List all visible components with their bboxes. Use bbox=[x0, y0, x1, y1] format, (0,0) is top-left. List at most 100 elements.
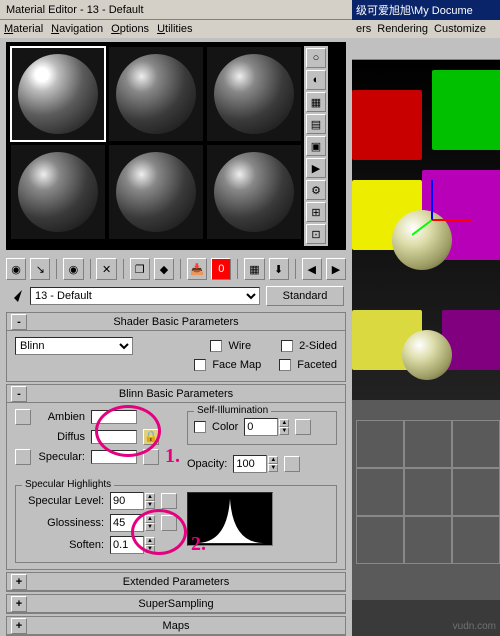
opacity-value[interactable] bbox=[233, 455, 267, 473]
specular-level-spinner[interactable]: ▲▼ bbox=[110, 492, 155, 510]
glossiness-label: Glossiness: bbox=[22, 517, 104, 529]
video-check-button[interactable]: ▣ bbox=[306, 136, 326, 156]
sample-slot-5[interactable] bbox=[108, 144, 204, 240]
select-by-material-button[interactable]: ⊞ bbox=[306, 202, 326, 222]
viewport-ortho[interactable] bbox=[352, 400, 500, 600]
ambient-lock-button[interactable] bbox=[15, 409, 31, 425]
opacity-spinner[interactable]: ▲▼ bbox=[233, 455, 278, 473]
self-illum-color-checkbox[interactable] bbox=[194, 421, 206, 433]
show-map-button[interactable]: ▦ bbox=[244, 258, 264, 280]
face-map-label: Face Map bbox=[212, 359, 261, 371]
spin-up[interactable]: ▲ bbox=[279, 419, 289, 427]
glossiness-value[interactable] bbox=[110, 514, 144, 532]
rollup-header[interactable]: - Blinn Basic Parameters bbox=[7, 385, 345, 403]
rollup-header[interactable]: + SuperSampling bbox=[7, 595, 345, 613]
put-to-library-button[interactable]: 📥 bbox=[187, 258, 207, 280]
background-button[interactable]: ▦ bbox=[306, 92, 326, 112]
sample-slot-grid bbox=[10, 46, 302, 246]
menu-options[interactable]: Options bbox=[111, 23, 149, 35]
specular-color-swatch[interactable] bbox=[91, 450, 137, 464]
self-illum-map-button[interactable] bbox=[295, 419, 311, 435]
put-to-scene-button[interactable]: ↘ bbox=[30, 258, 50, 280]
separator bbox=[90, 259, 91, 279]
material-type-button[interactable]: Standard bbox=[266, 286, 344, 306]
rollup-header[interactable]: + Maps bbox=[7, 617, 345, 635]
viewport-perspective[interactable] bbox=[352, 60, 500, 400]
go-to-parent-button[interactable]: ◀ bbox=[302, 258, 322, 280]
get-material-button[interactable]: ◉ bbox=[6, 258, 26, 280]
menu-rendering[interactable]: Rendering bbox=[377, 23, 428, 35]
spin-up[interactable]: ▲ bbox=[145, 515, 155, 523]
options-button[interactable]: ⚙ bbox=[306, 180, 326, 200]
material-name-row: 13 - Default Standard bbox=[0, 284, 352, 310]
assign-to-selection-button[interactable]: ◉ bbox=[63, 258, 83, 280]
rollup-header[interactable]: + Extended Parameters bbox=[7, 573, 345, 591]
spin-down[interactable]: ▼ bbox=[145, 545, 155, 553]
rollup-toggle[interactable]: - bbox=[11, 386, 27, 402]
spin-down[interactable]: ▼ bbox=[145, 501, 155, 509]
material-name-select[interactable]: 13 - Default bbox=[30, 287, 260, 305]
menu-utilities[interactable]: Utilities bbox=[157, 23, 192, 35]
opacity-map-button[interactable] bbox=[284, 456, 300, 472]
rollup-toggle[interactable]: + bbox=[11, 618, 27, 634]
pick-material-icon[interactable] bbox=[8, 288, 24, 304]
make-unique-button[interactable]: ◆ bbox=[154, 258, 174, 280]
spin-up[interactable]: ▲ bbox=[145, 493, 155, 501]
spin-down[interactable]: ▼ bbox=[268, 464, 278, 472]
face-map-checkbox[interactable] bbox=[194, 359, 206, 371]
faceted-checkbox[interactable] bbox=[279, 359, 291, 371]
self-illum-spinner[interactable]: ▲▼ bbox=[244, 418, 289, 436]
reset-map-button[interactable]: ✕ bbox=[96, 258, 116, 280]
sample-slot-3[interactable] bbox=[206, 46, 302, 142]
sample-slot-4[interactable] bbox=[10, 144, 106, 240]
sample-type-button[interactable]: ○ bbox=[306, 48, 326, 68]
self-illum-value[interactable] bbox=[244, 418, 278, 436]
separator bbox=[180, 259, 181, 279]
soften-spinner[interactable]: ▲▼ bbox=[110, 536, 155, 554]
sample-slot-2[interactable] bbox=[108, 46, 204, 142]
diffuse-color-swatch[interactable] bbox=[91, 430, 137, 444]
soften-value[interactable] bbox=[110, 536, 144, 554]
go-forward-button[interactable]: ▶ bbox=[326, 258, 346, 280]
gizmo-icon bbox=[412, 160, 492, 240]
spin-up[interactable]: ▲ bbox=[268, 456, 278, 464]
glossiness-map-button[interactable] bbox=[161, 515, 177, 531]
make-preview-button[interactable]: ▶ bbox=[306, 158, 326, 178]
menu-navigation[interactable]: Navigation bbox=[51, 23, 103, 35]
rollup-toggle[interactable]: - bbox=[11, 314, 27, 330]
spin-up[interactable]: ▲ bbox=[145, 537, 155, 545]
sample-slot-6[interactable] bbox=[206, 144, 302, 240]
rollup-header[interactable]: - Shader Basic Parameters bbox=[7, 313, 345, 331]
shader-type-select[interactable]: Blinn bbox=[15, 337, 133, 355]
diffuse-lock-button[interactable]: 🔒 bbox=[143, 429, 159, 445]
specular-map-button[interactable] bbox=[143, 449, 159, 465]
show-end-result-button[interactable]: ⬇ bbox=[269, 258, 289, 280]
menu-customize[interactable]: Customize bbox=[434, 23, 486, 35]
menu-material[interactable]: Material bbox=[4, 23, 43, 35]
sample-side-toolbar: ○ ◐ ▦ ▤ ▣ ▶ ⚙ ⊞ ⊡ bbox=[304, 46, 328, 246]
specular-level-value[interactable] bbox=[110, 492, 144, 510]
make-copy-button[interactable]: ❐ bbox=[130, 258, 150, 280]
ortho-grid bbox=[356, 420, 500, 564]
rollup-toggle[interactable]: + bbox=[11, 596, 27, 612]
spin-down[interactable]: ▼ bbox=[145, 523, 155, 531]
material-effects-button[interactable]: 0 bbox=[211, 258, 231, 280]
sample-slot-1[interactable] bbox=[10, 46, 106, 142]
spin-down[interactable]: ▼ bbox=[279, 427, 289, 435]
wire-checkbox[interactable] bbox=[210, 340, 222, 352]
sample-sphere bbox=[116, 152, 196, 232]
specular-curve-preview bbox=[187, 492, 273, 546]
ambient-color-swatch[interactable] bbox=[91, 410, 137, 424]
menu-ers[interactable]: ers bbox=[356, 23, 371, 35]
rollup-title: Blinn Basic Parameters bbox=[7, 388, 345, 400]
backlight-button[interactable]: ◐ bbox=[306, 70, 326, 90]
sample-uv-button[interactable]: ▤ bbox=[306, 114, 326, 134]
rollup-blinn-basic: - Blinn Basic Parameters Ambien Diffus 🔒 bbox=[6, 384, 346, 570]
glossiness-spinner[interactable]: ▲▼ bbox=[110, 514, 155, 532]
material-map-navigator-button[interactable]: ⊡ bbox=[306, 224, 326, 244]
faceted-label: Faceted bbox=[297, 359, 337, 371]
two-sided-checkbox[interactable] bbox=[281, 340, 293, 352]
rollup-toggle[interactable]: + bbox=[11, 574, 27, 590]
specular-level-map-button[interactable] bbox=[161, 493, 177, 509]
specular-lock-button[interactable] bbox=[15, 449, 31, 465]
